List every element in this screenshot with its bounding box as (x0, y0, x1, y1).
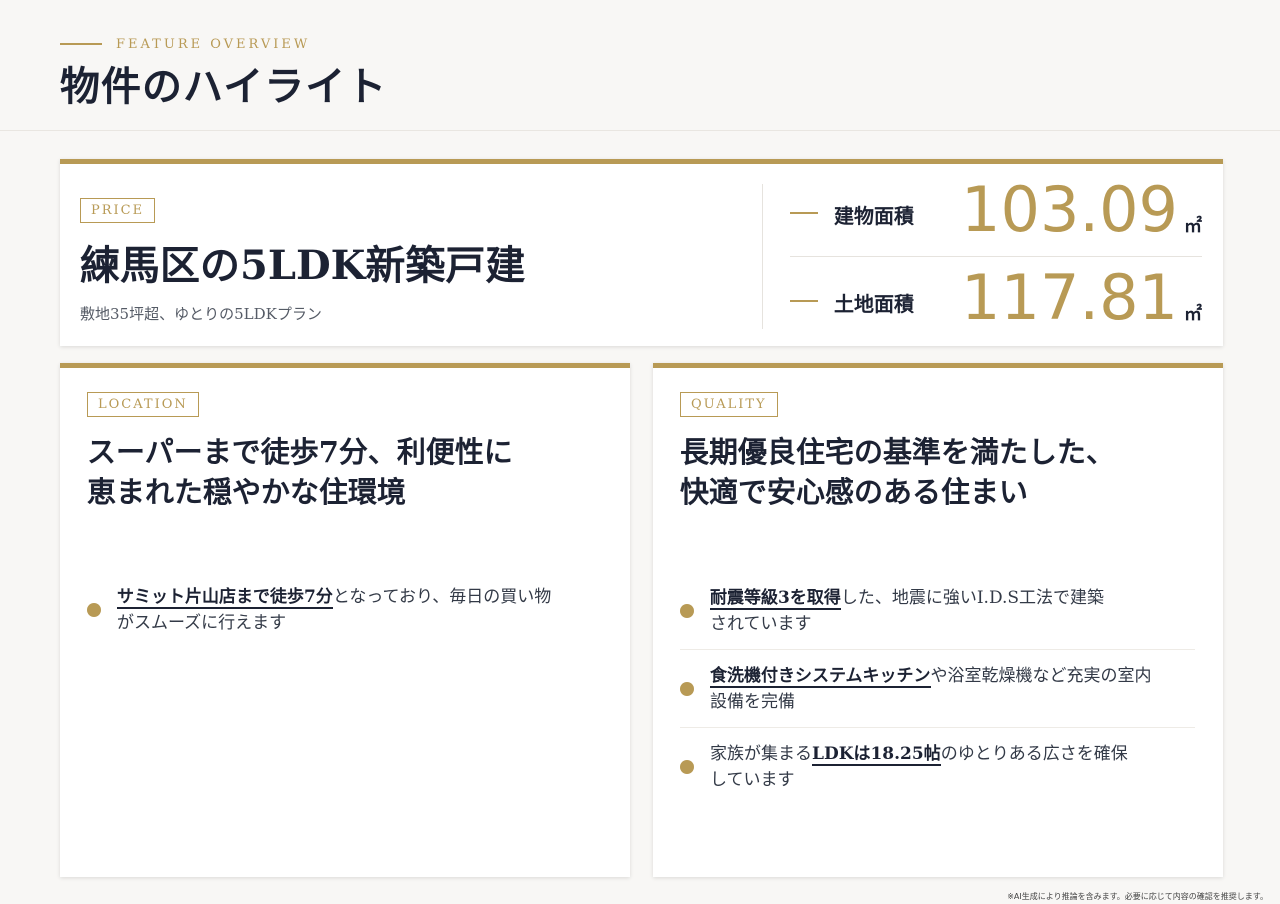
price-tag: PRICE (80, 198, 156, 223)
eyebrow-line (60, 43, 102, 45)
list-item: 耐震等級3を取得した、地震に強いI.D.S工法で建築されています (680, 572, 1195, 650)
heading-line: 快適で安心感のある住まい (680, 475, 1029, 509)
property-subtitle: 敷地35坪超、ゆとりの5LDKプラン (80, 305, 322, 323)
point-highlight: 耐震等級3を取得 (710, 587, 841, 610)
quality-tag: QUALITY (680, 392, 778, 417)
point-highlight: 食洗機付きシステムキッチン (710, 665, 931, 688)
bullet-dot (680, 681, 694, 696)
spec-building-area: 建物面積 103.09 ㎡ (790, 168, 1202, 257)
spec-dash (790, 300, 818, 302)
property-title: 練馬区の5LDK新築戸建 (80, 242, 526, 289)
list-item: 食洗機付きシステムキッチンや浴室乾燥機など充実の室内設備を完備 (680, 650, 1195, 728)
spec-land-area: 土地面積 117.81 ㎡ (790, 260, 1202, 340)
eyebrow-text: FEATURE OVERVIEW (116, 36, 311, 52)
disclaimer-footnote: ※AI生成により推論を含みます。必要に応じて内容の確認を推奨します。 (1007, 892, 1268, 901)
price-card: PRICE 練馬区の5LDK新築戸建 敷地35坪超、ゆとりの5LDKプラン 建物… (60, 159, 1223, 346)
heading-line: 恵まれた穏やかな住環境 (87, 475, 407, 509)
spec-value: 103.09 (961, 173, 1178, 246)
eyebrow: FEATURE OVERVIEW (60, 34, 310, 54)
spec-value: 117.81 (961, 261, 1178, 334)
list-item: 家族が集まるLDKは18.25帖のゆとりある広さを確保しています (680, 728, 1195, 806)
location-heading: スーパーまで徒歩7分、利便性に 恵まれた穏やかな住環境 (87, 432, 607, 512)
point-lead: 家族が集まる (710, 744, 812, 764)
heading-line: 長期優良住宅の基準を満たした、 (680, 435, 1116, 469)
point-text: 家族が集まるLDKは18.25帖のゆとりある広さを確保しています (710, 741, 1140, 793)
vertical-divider (762, 184, 763, 329)
location-tag: LOCATION (87, 392, 199, 417)
spec-label: 建物面積 (834, 204, 914, 228)
point-text: 食洗機付きシステムキッチンや浴室乾燥機など充実の室内設備を完備 (710, 663, 1165, 715)
point-text: 耐震等級3を取得した、地震に強いI.D.S工法で建築されています (710, 585, 1110, 637)
page-header: FEATURE OVERVIEW 物件のハイライト (0, 0, 1280, 131)
spec-unit: ㎡ (1184, 304, 1202, 325)
bullet-dot (680, 760, 694, 774)
heading-line: スーパーまで徒歩7分、利便性に (87, 435, 513, 469)
spec-label: 土地面積 (834, 292, 914, 316)
bullet-dot (680, 603, 694, 618)
bullet-dot (87, 603, 101, 617)
spec-dash (790, 212, 818, 214)
quality-card: QUALITY 長期優良住宅の基準を満たした、 快適で安心感のある住まい 耐震等… (653, 363, 1223, 877)
quality-heading: 長期優良住宅の基準を満たした、 快適で安心感のある住まい (680, 432, 1200, 512)
location-card: LOCATION スーパーまで徒歩7分、利便性に 恵まれた穏やかな住環境 サミッ… (60, 363, 630, 877)
point-highlight: LDKは18.25帖 (812, 744, 941, 766)
price-summary: PRICE 練馬区の5LDK新築戸建 敷地35坪超、ゆとりの5LDKプラン (80, 198, 740, 324)
point-highlight: サミット片山店まで徒歩7分 (117, 587, 333, 609)
page-title: 物件のハイライト (60, 63, 388, 110)
list-item: サミット片山店まで徒歩7分となっており、毎日の買い物がスムーズに行えます (87, 584, 557, 636)
spec-unit: ㎡ (1184, 216, 1202, 237)
point-text: サミット片山店まで徒歩7分となっており、毎日の買い物がスムーズに行えます (117, 584, 557, 636)
